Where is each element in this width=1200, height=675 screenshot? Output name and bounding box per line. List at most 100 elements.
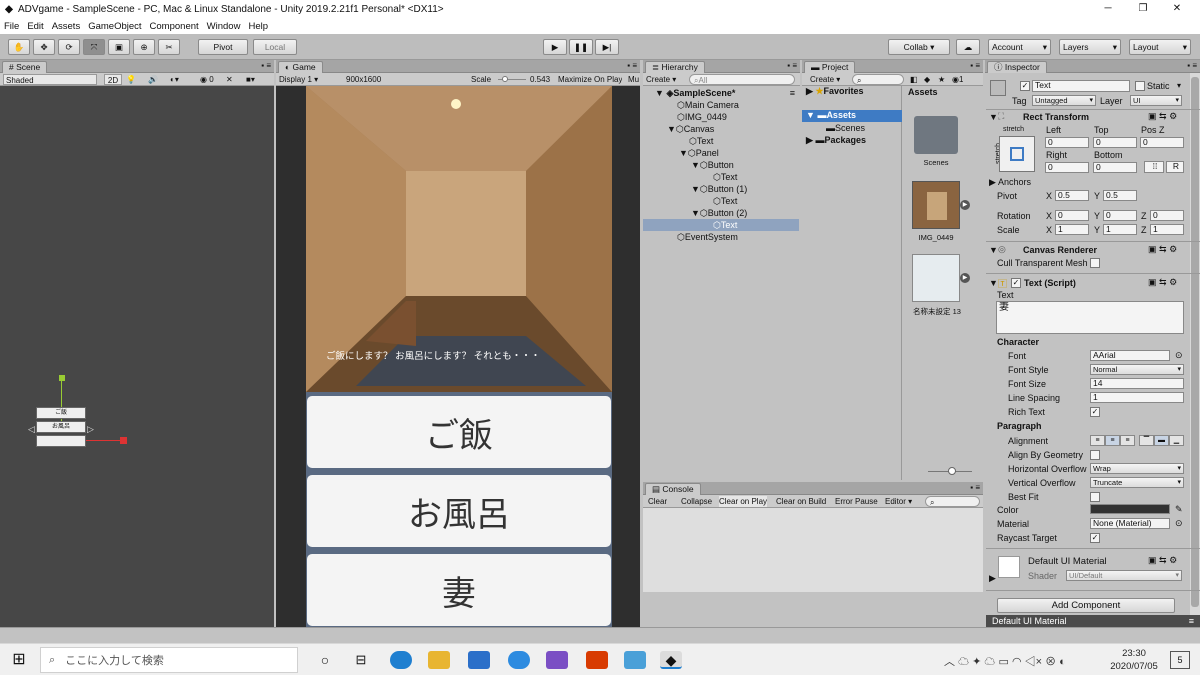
console-clear-on-play-toggle[interactable]: Clear on Play [719,496,768,507]
dropdown-arrow-icon[interactable]: ▾ [1177,81,1181,90]
align-top-button[interactable]: ▔ [1139,435,1154,446]
step-button[interactable]: ▶| [595,39,619,55]
add-component-button[interactable]: Add Component [997,598,1175,613]
layout-dropdown[interactable]: Layout ▾ [1129,39,1191,55]
console-clear-button[interactable]: Clear [648,496,667,507]
gear-icon[interactable]: ⚙ [1169,277,1177,287]
expand-arrow-icon[interactable]: ▶ [989,573,996,584]
effects-icon[interactable]: ◐▾ [170,74,179,85]
component-icons[interactable]: ▣ ⇆ ⚙ [1148,111,1177,122]
move-tool-button[interactable]: ✥ [33,39,55,55]
help-icon[interactable]: ▣ [1148,244,1157,254]
tag-dropdown[interactable]: Untagged [1032,95,1096,106]
expand-arrow-icon[interactable]: ▼ [989,112,998,122]
v-overflow-dropdown[interactable]: Truncate [1090,477,1184,488]
project-search-input[interactable]: ⌕ [852,74,904,85]
text-value-area[interactable]: 妻 [996,301,1184,334]
tools-icon[interactable]: ✕ [226,74,233,85]
rotation-y-input[interactable]: 0 [1103,210,1137,221]
scale-z-input[interactable]: 1 [1150,224,1184,235]
move-handle-x[interactable] [120,437,127,444]
tree-item-eventsystem[interactable]: ⬡EventSystem [643,231,799,243]
help-icon[interactable]: ▣ [1148,277,1157,287]
shader-dropdown[interactable]: UI/Default [1066,570,1182,581]
menu-assets[interactable]: Assets [48,21,85,32]
unity-taskbar-icon[interactable]: ◆ [660,651,682,669]
close-button[interactable]: ✕ [1154,0,1200,18]
pivot-y-input[interactable]: 0.5 [1103,190,1137,201]
app-icon[interactable] [508,651,530,669]
right-input[interactable]: 0 [1045,162,1089,173]
tab-project[interactable]: ▬ Project [804,61,856,73]
shading-dropdown[interactable]: Shaded [3,74,97,85]
choice-button-bath[interactable]: お風呂 [307,475,611,547]
align-geometry-checkbox[interactable] [1090,450,1100,460]
preview-menu-icon[interactable]: ≡ [1189,615,1194,627]
expand-arrow-icon[interactable]: ▼ [989,245,998,255]
account-dropdown[interactable]: Account ▾ [988,39,1051,55]
volume-icon[interactable]: ◁× [1025,656,1042,668]
tab-game[interactable]: ◐ Game [278,61,323,73]
tab-scene[interactable]: # Scene [2,61,48,73]
rect-handle[interactable]: ▷ [87,424,94,435]
left-input[interactable]: 0 [1045,137,1089,148]
light-icon[interactable]: 💡 [126,74,136,85]
favorites-row[interactable]: ▶ ★Favorites [806,86,864,97]
mute-toggle[interactable]: Mu [628,74,639,85]
cloud-button[interactable]: ☁ [956,39,980,55]
tab-hierarchy[interactable]: ≣ Hierarchy [645,61,705,73]
rect-tool-button[interactable]: ▣ [108,39,130,55]
align-center-button[interactable]: ≡ [1105,435,1120,446]
edge-browser-icon[interactable] [390,651,412,669]
menu-component[interactable]: Component [146,21,203,32]
preview-footer[interactable]: Default UI Material ≡ [986,615,1200,627]
top-input[interactable]: 0 [1093,137,1137,148]
local-toggle[interactable]: Local [253,39,297,55]
active-checkbox[interactable]: ✓ [1020,81,1030,91]
office-icon[interactable] [586,651,608,669]
scenes-folder-thumbnail[interactable] [914,116,958,154]
chevron-up-icon[interactable]: ︿ [944,656,955,668]
component-icons[interactable]: ▣ ⇆ ⚙ [1148,244,1177,255]
align-middle-button[interactable]: ▬ [1154,435,1169,446]
move-handle-y[interactable] [59,375,65,381]
scenes-folder-row[interactable]: ▬Scenes [826,123,865,133]
scene-mini-button[interactable] [36,435,86,447]
console-editor-dropdown[interactable]: Editor ▾ [885,496,912,507]
visual-studio-icon[interactable] [546,651,568,669]
tree-item-text[interactable]: ⬡Text [643,171,799,183]
menu-gameobject[interactable]: GameObject [84,21,145,32]
align-right-button[interactable]: ≡ [1120,435,1135,446]
menu-window[interactable]: Window [203,21,245,32]
windows-start-icon[interactable]: ⊞ [8,651,30,669]
maximize-on-play-toggle[interactable]: Maximize On Play [558,74,622,85]
cull-checkbox[interactable] [1090,258,1100,268]
img-0449-thumbnail[interactable] [912,181,960,229]
preset-icon[interactable]: ⇆ [1159,277,1167,287]
tree-item-panel[interactable]: ▼⬡Panel [643,147,799,159]
display-dropdown[interactable]: Display 1 ▾ [279,74,339,85]
panel-menu-icon[interactable]: ▪ ≡ [627,61,637,70]
cloud-icon[interactable]: ☁ [958,656,969,668]
tree-item-button[interactable]: ▼⬡Button [643,159,799,171]
gear-icon[interactable]: ⚙ [1169,555,1177,565]
static-checkbox[interactable] [1135,81,1145,91]
night-light-icon[interactable]: ◐ [1059,656,1066,668]
tab-console[interactable]: ▤ Console [645,483,701,495]
inspector-scrollbar[interactable] [1190,73,1200,627]
taskbar-clock[interactable]: 23:30 2020/07/05 [1108,647,1160,673]
gear-icon[interactable]: ⚙ [1169,244,1177,254]
console-collapse-button[interactable]: Collapse [681,496,712,507]
security-icon[interactable]: ⊗ [1045,656,1056,668]
more-icon[interactable]: ≡ [790,87,795,99]
remote-desktop-icon[interactable] [624,651,646,669]
scrollbar-thumb[interactable] [1191,77,1199,607]
panel-menu-icon[interactable]: ▪ ≡ [970,483,980,492]
scale-tool-button[interactable]: ⤧ [83,39,105,55]
hierarchy-search-input[interactable]: ⌕All [689,74,795,85]
font-style-dropdown[interactable]: Normal [1090,364,1184,375]
object-picker-icon[interactable]: ⊙ [1175,518,1183,529]
audio-icon[interactable]: 🔊 [148,74,158,85]
tree-item-img[interactable]: ⬡IMG_0449 [643,111,799,123]
assets-folder-row[interactable]: ▼ ▬Assets [802,110,902,122]
